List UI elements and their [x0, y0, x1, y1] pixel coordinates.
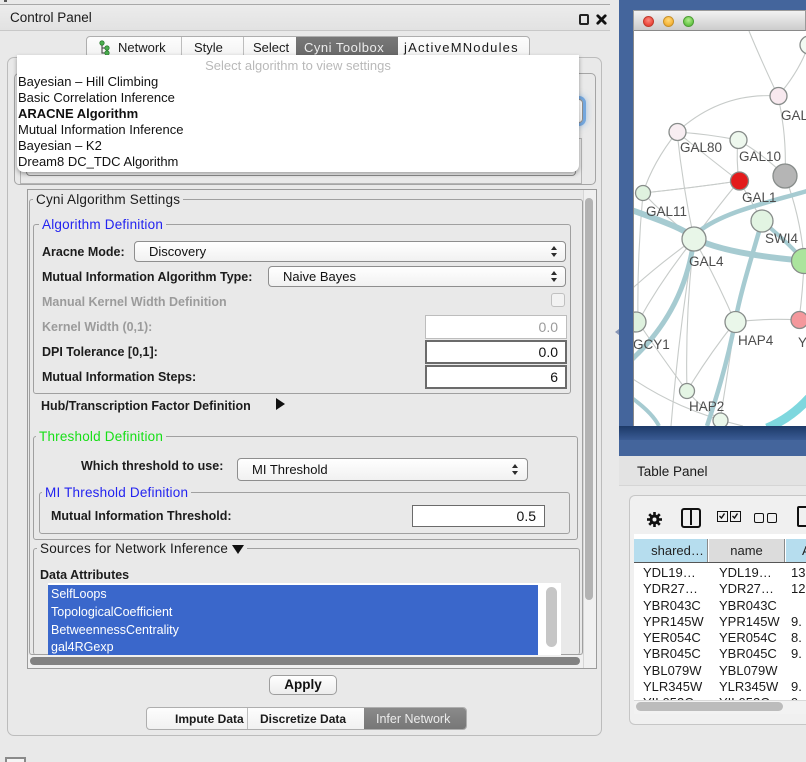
svg-text:YJ: YJ	[798, 335, 806, 350]
svg-text:GCY1: GCY1	[634, 337, 670, 352]
svg-text:GAL80: GAL80	[680, 140, 722, 155]
svg-text:GAL1: GAL1	[742, 190, 777, 205]
svg-text:GAL4: GAL4	[689, 254, 724, 269]
svg-text:SWI4: SWI4	[765, 231, 798, 246]
svg-text:GAL10: GAL10	[739, 149, 781, 164]
svg-text:GAL11: GAL11	[646, 204, 687, 219]
svg-text:HAP4: HAP4	[738, 333, 774, 348]
svg-text:GAL7: GAL7	[781, 108, 806, 123]
svg-text:HAP2: HAP2	[689, 399, 724, 414]
